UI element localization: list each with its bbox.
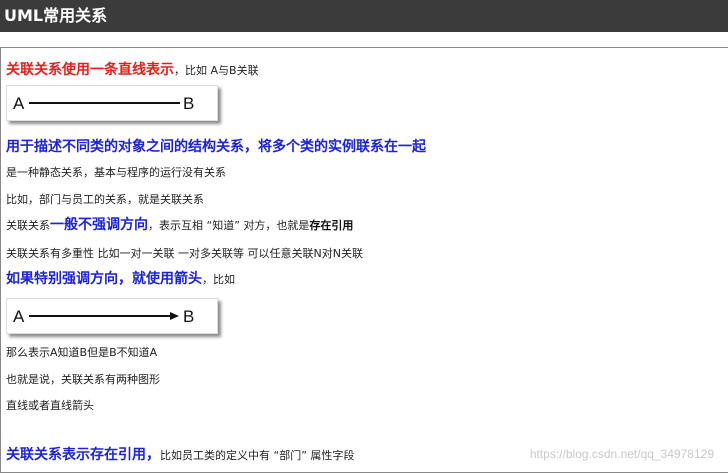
line-5-mid: ，表示互相 “知道” 对方，也就是 bbox=[148, 219, 310, 232]
line-1-rest: ，比如 A与B关联 bbox=[174, 64, 259, 77]
page-header: UML常用关系 bbox=[0, 0, 728, 32]
watermark: https://blog.csdn.net/qq_34978129 bbox=[529, 447, 714, 461]
line-11-blue: 关联关系表示存在引用， bbox=[6, 447, 160, 463]
line-10: 直线或者直线箭头 bbox=[6, 399, 94, 412]
line-7: 如果特别强调方向，就使用箭头，比如 bbox=[6, 268, 235, 288]
line-8: 那么表示A知道B但是B不知道A bbox=[6, 346, 158, 359]
diagram1-label-b: B bbox=[183, 94, 194, 113]
line-9: 也就是说，关联关系有两种图形 bbox=[6, 373, 160, 386]
blue-heading-text: 用于描述不同类的对象之间的结构关系，将多个类的实例联系在一起 bbox=[6, 139, 426, 155]
association-arrow-diagram: A B bbox=[6, 298, 218, 334]
heading-2: 用于描述不同类的对象之间的结构关系，将多个类的实例联系在一起 bbox=[6, 136, 426, 156]
association-line-diagram: A B bbox=[6, 85, 218, 121]
line-5-bold: 存在引用 bbox=[309, 219, 354, 232]
header-title: UML常用关系 bbox=[4, 6, 108, 25]
line-6: 关联关系有多重性 比如一对一关联 一对多关联等 可以任意关联N对N关联 bbox=[6, 247, 363, 260]
red-emphasis-text: 关联关系使用一条直线表示 bbox=[6, 62, 174, 78]
arrow-head-icon bbox=[170, 312, 179, 320]
line-3: 是一种静态关系，基本与程序的运行没有关系 bbox=[6, 166, 226, 179]
content-panel: 关联关系使用一条直线表示，比如 A与B关联 A B 用于描述不同类的对象之间的结… bbox=[0, 47, 728, 473]
diagram1-label-a: A bbox=[13, 94, 25, 113]
diagram2-label-b: B bbox=[183, 307, 194, 326]
line-4: 比如，部门与员工的关系，就是关联关系 bbox=[6, 193, 204, 206]
line-11-rest: 比如员工类的定义中有 “部门” 属性字段 bbox=[160, 449, 355, 462]
line-5: 关联关系一般不强调方向，表示互相 “知道” 对方，也就是存在引用 bbox=[6, 214, 353, 234]
line-5-pre: 关联关系 bbox=[6, 219, 50, 232]
line-5-blue: 一般不强调方向 bbox=[50, 217, 148, 233]
line-11: 关联关系表示存在引用，比如员工类的定义中有 “部门” 属性字段 bbox=[6, 444, 354, 464]
line-7-rest: ，比如 bbox=[202, 273, 235, 286]
line-1: 关联关系使用一条直线表示，比如 A与B关联 bbox=[6, 59, 259, 79]
line-7-blue: 如果特别强调方向，就使用箭头 bbox=[6, 271, 202, 287]
diagram2-label-a: A bbox=[13, 307, 25, 326]
